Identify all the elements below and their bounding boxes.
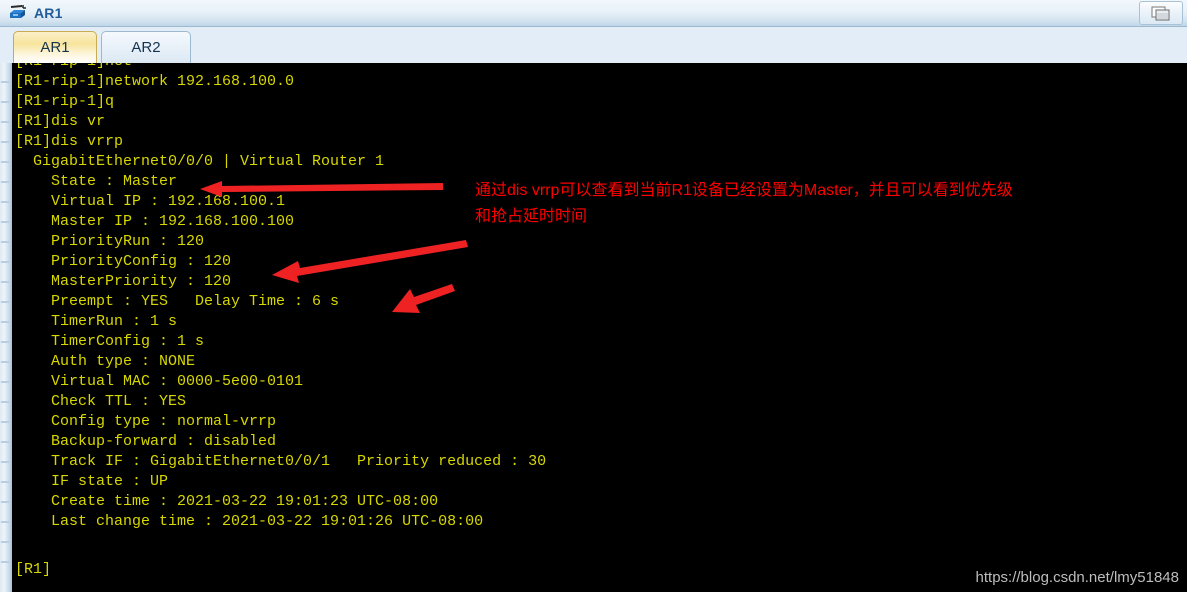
terminal-line-list: [R1-rip-1]net[R1-rip-1]network 192.168.1…	[12, 63, 1187, 532]
terminal-line: [R1-rip-1]network 192.168.100.0	[15, 73, 295, 90]
terminal-line: MasterPriority : 120	[15, 273, 232, 290]
tab-ar2[interactable]: AR2	[101, 31, 191, 63]
terminal-line: Config type : normal-vrrp	[15, 413, 277, 430]
terminal-panel[interactable]: [R1-rip-1]net[R1-rip-1]network 192.168.1…	[0, 63, 1187, 592]
terminal-line: IF state : UP	[15, 473, 169, 490]
terminal-scrollbar[interactable]	[0, 63, 12, 592]
device-tabstrip: AR1 AR2	[0, 27, 1187, 63]
terminal-line: TimerConfig : 1 s	[15, 333, 205, 350]
terminal-line: [R1]dis vrrp	[15, 133, 124, 150]
annotation-text: 通过dis vrrp可以查看到当前R1设备已经设置为Master，并且可以看到优…	[475, 182, 1013, 225]
scrollbar-track	[1, 63, 10, 592]
terminal-line: Auth type : NONE	[15, 353, 196, 370]
terminal-output: [R1-rip-1]net[R1-rip-1]network 192.168.1…	[12, 63, 1187, 592]
window-title: AR1	[34, 5, 63, 21]
terminal-line: Create time : 2021-03-22 19:01:23 UTC-08…	[15, 493, 439, 510]
terminal-line: Last change time : 2021-03-22 19:01:26 U…	[15, 513, 484, 530]
terminal-line: Preempt : YES Delay Time : 6 s	[15, 293, 340, 310]
terminal-line: Virtual MAC : 0000-5e00-0101	[15, 373, 304, 390]
titlebar-left-group: AR1	[8, 2, 63, 24]
window-titlebar: AR1	[0, 0, 1187, 27]
terminal-line: GigabitEthernet0/0/0 | Virtual Router 1	[15, 153, 385, 170]
terminal-line: PriorityRun : 120	[15, 233, 205, 250]
terminal-prompt: [R1]	[15, 561, 52, 578]
terminal-line: Backup-forward : disabled	[15, 433, 277, 450]
terminal-line: TimerRun : 1 s	[15, 313, 178, 330]
tab-ar1[interactable]: AR1	[13, 31, 97, 63]
terminal-line: [R1]dis vr	[15, 113, 106, 130]
restore-window-icon	[1151, 6, 1170, 21]
terminal-line: [R1-rip-1]net	[12, 63, 1187, 72]
watermark: https://blog.csdn.net/lmy51848	[975, 569, 1179, 586]
terminal-line: PriorityConfig : 120	[15, 253, 232, 270]
terminal-line: Track IF : GigabitEthernet0/0/1 Priority…	[15, 453, 547, 470]
tab-ar1-label: AR1	[40, 39, 70, 56]
router-icon	[8, 4, 28, 22]
restore-window-button[interactable]	[1139, 1, 1183, 25]
terminal-line: [R1-rip-1]q	[15, 93, 115, 110]
ar1-cli-window: AR1 AR1 AR2 [R1-rip-1]net[R1-r	[0, 0, 1187, 592]
tab-ar2-label: AR2	[131, 39, 161, 56]
terminal-line: Check TTL : YES	[15, 393, 187, 410]
